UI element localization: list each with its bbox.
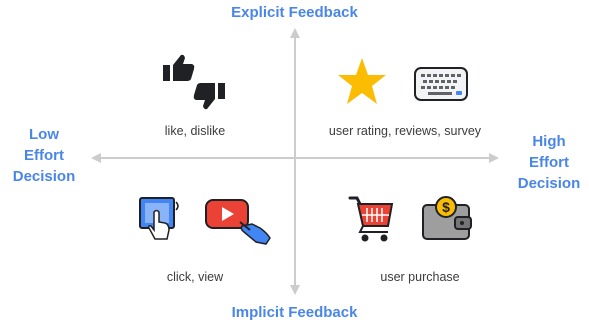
- keyboard-icon: [414, 67, 468, 101]
- caption-like-dislike: like, dislike: [164, 124, 226, 138]
- quadrant-axes: [91, 28, 499, 295]
- axis-label-right: High Effort Decision: [517, 133, 581, 192]
- thumbs-down-icon: [193, 83, 225, 110]
- axis-label-left: Low Effort Decision: [12, 126, 76, 185]
- shopping-cart-icon: [348, 196, 394, 242]
- star-icon: [338, 58, 386, 104]
- video-play-icon: [205, 199, 271, 245]
- axis-label-bottom: Implicit Feedback: [231, 304, 358, 321]
- thumbs-up-icon: [163, 54, 195, 81]
- caption-click-view: click, view: [166, 270, 224, 284]
- touch-screen-icon: [139, 197, 179, 240]
- svg-text:$: $: [442, 199, 450, 215]
- wallet-icon: $: [422, 196, 472, 240]
- vertical-axis: [290, 28, 300, 295]
- caption-rating-reviews-survey: user rating, reviews, survey: [328, 124, 482, 138]
- caption-user-purchase: user purchase: [380, 270, 460, 284]
- axis-label-top: Explicit Feedback: [231, 4, 358, 21]
